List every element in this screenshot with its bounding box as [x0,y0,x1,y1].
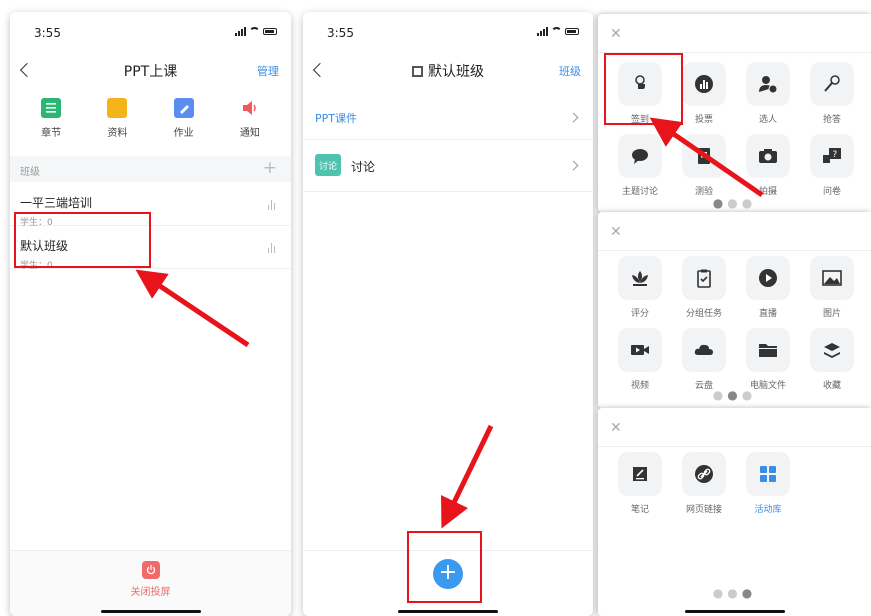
arrow-to-checkin [649,117,764,198]
annotation-arrows [135,117,764,529]
arrow-to-add-button [441,424,494,529]
arrow-to-default-class [135,269,250,348]
